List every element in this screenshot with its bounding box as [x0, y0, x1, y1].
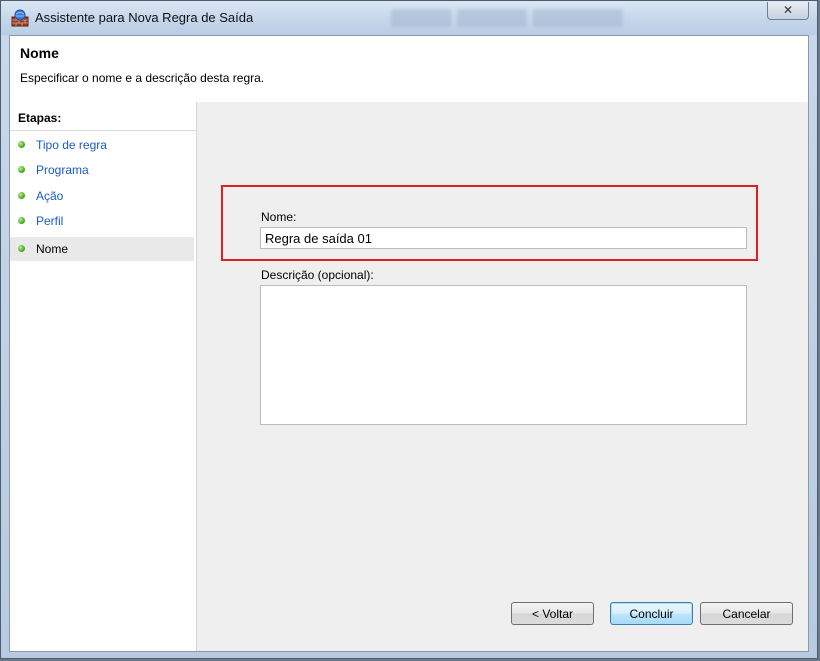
title-bar[interactable]: Assistente para Nova Regra de Saída ✕ — [1, 1, 817, 35]
steps-title: Etapas: — [18, 111, 62, 125]
finish-button[interactable]: Concluir — [610, 602, 693, 625]
green-dot-icon — [18, 217, 25, 224]
window-title: Assistente para Nova Regra de Saída — [35, 10, 254, 25]
page-title: Nome — [20, 45, 59, 61]
name-highlight-box — [221, 185, 758, 261]
cancel-button[interactable]: Cancelar — [700, 602, 793, 625]
close-button[interactable]: ✕ — [767, 2, 809, 20]
step-acao[interactable]: Ação — [10, 184, 194, 208]
wizard-header: Nome Especificar o nome e a descrição de… — [10, 36, 808, 103]
step-perfil[interactable]: Perfil — [10, 209, 194, 233]
background-blur — [391, 9, 651, 29]
steps-divider — [10, 130, 196, 131]
wizard-window: Assistente para Nova Regra de Saída ✕ No… — [0, 0, 818, 659]
green-dot-icon — [18, 192, 25, 199]
page-subtitle: Especificar o nome e a descrição desta r… — [20, 71, 265, 85]
close-icon: ✕ — [782, 3, 794, 17]
steps-panel: Etapas: Tipo de regra Programa Ação Perf… — [10, 102, 197, 651]
step-label: Programa — [36, 163, 89, 177]
name-label: Nome: — [261, 210, 297, 224]
green-dot-icon — [18, 245, 25, 252]
step-label: Tipo de regra — [36, 138, 107, 152]
description-input[interactable] — [260, 285, 747, 425]
wizard-client-area: Nome Especificar o nome e a descrição de… — [9, 35, 809, 652]
step-label: Perfil — [36, 214, 64, 228]
step-tipo-de-regra[interactable]: Tipo de regra — [10, 133, 194, 157]
green-dot-icon — [18, 141, 25, 148]
step-label: Nome — [36, 242, 69, 256]
green-dot-icon — [18, 166, 25, 173]
step-programa[interactable]: Programa — [10, 158, 194, 182]
firewall-icon — [11, 9, 29, 27]
back-button[interactable]: < Voltar — [511, 602, 594, 625]
name-input[interactable] — [260, 227, 747, 249]
step-label: Ação — [36, 189, 64, 203]
main-panel: Nome: Descrição (opcional): < Voltar Con… — [197, 102, 808, 651]
description-label: Descrição (opcional): — [261, 268, 374, 282]
step-nome: Nome — [10, 237, 194, 261]
